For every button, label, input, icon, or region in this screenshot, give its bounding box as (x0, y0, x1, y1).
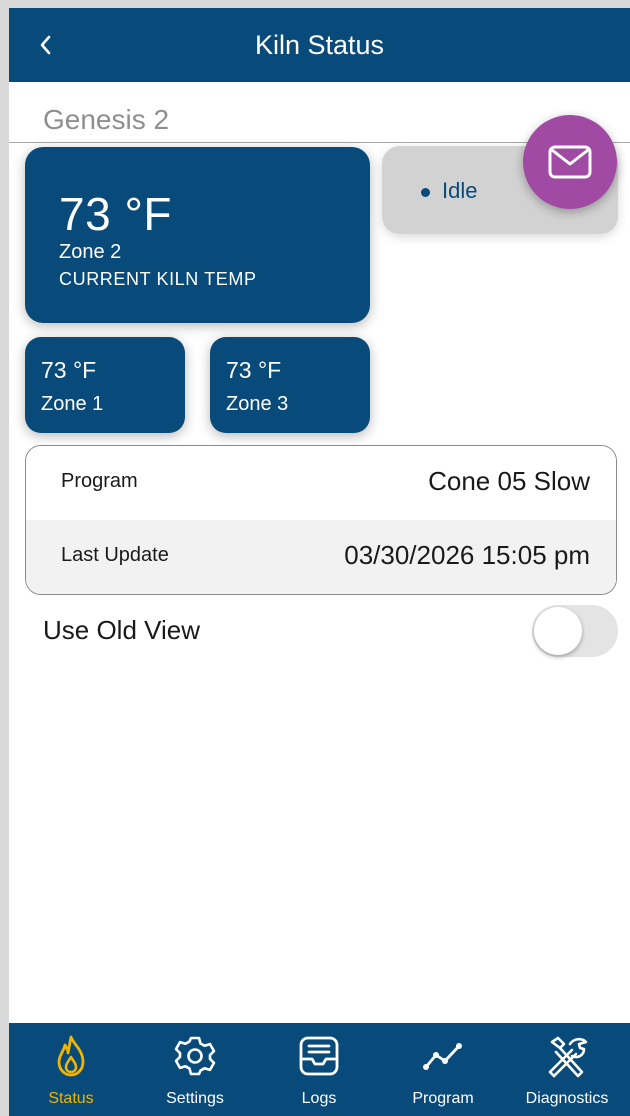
zone-1-temp: 73 °F (41, 357, 97, 383)
last-update-row: Last Update 03/30/2026 15:05 pm (26, 520, 616, 594)
app-header: Kiln Status (9, 8, 630, 82)
program-info-table: Program Cone 05 Slow Last Update 03/30/2… (25, 445, 617, 595)
bottom-nav: Status Settings Logs Program Diagnostics (9, 1023, 630, 1116)
current-temp-zone: Zone 2 (59, 241, 122, 263)
nav-label-status: Status (48, 1090, 94, 1107)
back-button[interactable] (31, 30, 61, 60)
status-text: Idle (442, 178, 478, 203)
old-view-label: Use Old View (43, 615, 201, 645)
program-value: Cone 05 Slow (428, 466, 590, 496)
kiln-status-screen: Kiln Status Genesis 2 73 °F Zone 2 CURRE… (9, 8, 630, 1116)
line-chart-icon (423, 1043, 462, 1070)
tools-icon (548, 1036, 588, 1078)
zone-1-card: 73 °F Zone 1 (25, 337, 185, 433)
toggle-knob (534, 607, 582, 655)
message-button[interactable] (523, 115, 617, 209)
current-temp-card: 73 °F Zone 2 CURRENT KILN TEMP (25, 147, 370, 323)
inbox-icon (299, 1036, 339, 1076)
nav-item-settings[interactable]: Settings (133, 1023, 257, 1116)
page-title: Kiln Status (254, 30, 385, 60)
nav-item-status[interactable]: Status (9, 1023, 133, 1116)
nav-label-settings: Settings (166, 1090, 224, 1107)
old-view-toggle[interactable] (532, 605, 618, 657)
zone-3-label: Zone 3 (226, 393, 289, 415)
current-temp-value: 73 °F (59, 188, 172, 240)
envelope-icon (548, 145, 592, 179)
gear-icon (174, 1036, 216, 1076)
zone-3-card: 73 °F Zone 3 (210, 337, 370, 433)
nav-label-diagnostics: Diagnostics (525, 1090, 609, 1107)
zone-3-temp: 73 °F (226, 357, 282, 383)
nav-item-diagnostics[interactable]: Diagnostics (505, 1023, 629, 1116)
chevron-left-icon (40, 35, 51, 55)
program-row: Program Cone 05 Slow (26, 446, 616, 520)
zone-1-label: Zone 1 (41, 393, 104, 415)
nav-item-program[interactable]: Program (381, 1023, 505, 1116)
nav-label-program: Program (412, 1090, 474, 1107)
kiln-name: Genesis 2 (43, 104, 170, 135)
last-update-value: 03/30/2026 15:05 pm (344, 540, 590, 570)
status-dot-icon (421, 188, 430, 197)
current-temp-caption: CURRENT KILN TEMP (59, 269, 257, 289)
program-label: Program (61, 470, 138, 492)
nav-label-logs: Logs (301, 1090, 337, 1107)
nav-item-logs[interactable]: Logs (257, 1023, 381, 1116)
last-update-label: Last Update (61, 544, 169, 566)
flame-icon (57, 1035, 85, 1077)
